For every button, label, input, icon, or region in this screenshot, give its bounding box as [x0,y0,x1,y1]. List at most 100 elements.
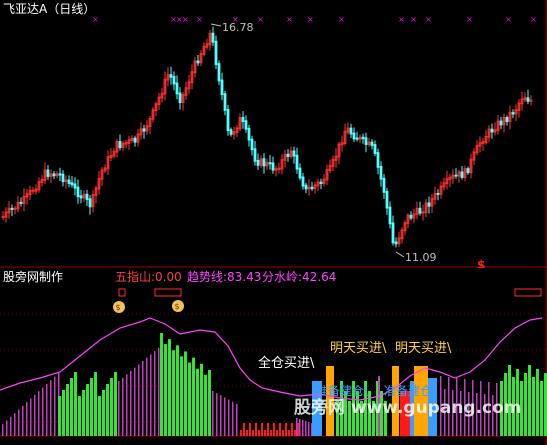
candle [43,162,47,184]
histogram-bar [70,378,73,436]
candle [58,167,62,181]
histogram-bar [26,402,28,436]
annotation-prepare-1: 准备建仓\ [316,384,369,398]
candle [7,200,11,219]
histogram-bar [204,374,207,436]
histogram-bar [94,372,97,436]
histogram-bar [249,423,251,436]
chart-window: × × × × × × × × × × × × × × × × 16.78 11.09 $ 飞亚达A（日线） [0,0,547,445]
candle [340,135,344,152]
candle [379,161,383,187]
signal-markers: × × × × × × × × × × × × × × × × [92,15,537,24]
candle [406,213,410,229]
candle [49,169,53,184]
histogram-bar [54,376,56,436]
candle [154,101,158,117]
candle [193,56,197,78]
histogram-bar [184,351,187,436]
candle [67,175,71,188]
candle [265,158,269,170]
candle [163,71,167,101]
high-annotation: 16.78 [210,21,254,34]
candle [457,169,461,183]
candle [226,104,230,136]
histogram-bar [224,397,226,436]
candle [313,181,317,194]
candle [331,155,335,172]
candle [376,148,380,175]
histogram-bar [261,423,263,436]
histogram-bar [200,363,203,436]
histogram-bar [62,390,65,436]
histogram-bar [252,430,254,436]
candle [199,50,203,67]
candle [388,201,392,229]
candle [481,137,485,151]
candle [328,159,332,174]
signal-mark: × [505,15,512,24]
candle [1,210,5,221]
candle [91,190,95,213]
histogram-bar [38,391,40,436]
candle [22,188,26,212]
histogram-bar [122,377,124,436]
candle [382,174,386,199]
histogram-bar [180,356,183,436]
signal-mark: × [182,15,189,24]
candle [289,146,293,160]
histogram-bar [192,357,195,436]
candle [394,237,398,248]
annotation-buy-tomorrow-1: 明天买进\ [330,341,387,356]
candle [436,189,440,201]
candle [322,174,326,187]
histogram-bar [150,354,152,436]
histogram-bar [273,423,275,436]
small-box-markers [118,288,542,297]
histogram-bar [142,361,144,436]
histogram-bar [188,362,191,436]
candle [247,124,251,147]
candle [250,135,254,156]
histogram-bar [212,391,214,436]
histogram-bar [540,381,543,436]
candle [460,165,464,180]
histogram-bar [168,339,171,436]
candle [181,92,185,111]
candle [223,90,227,116]
candle [337,141,341,165]
candle [274,165,278,177]
candle [64,175,68,189]
candle [151,107,155,123]
histogram-bar [50,380,52,436]
candle [391,215,395,246]
signal-mark: × [425,15,432,24]
candle [412,209,416,224]
metric-watershed: 分水岭:42.64 [262,270,337,284]
histogram-bar [228,399,230,436]
candle [121,140,125,152]
histogram-bar [74,372,77,436]
histogram-bar [110,378,113,436]
histogram-bar [134,367,136,436]
candle [82,190,86,203]
candle [418,201,422,216]
candle [304,182,308,194]
candle [442,177,446,191]
candle [187,75,191,94]
histogram-bar [98,396,101,436]
histogram-bar [160,333,163,436]
histogram-bar [296,418,298,436]
histogram-bar [22,405,24,436]
histogram-bar [232,401,234,436]
candle [244,115,248,133]
candle [79,189,83,204]
signal-mark: × [398,15,405,24]
histogram-bar [46,383,48,436]
candle [253,141,257,166]
candle [415,201,419,220]
candle [505,115,509,126]
candle [85,189,89,206]
buy-signal-marker: $ [477,258,485,268]
candle [178,87,182,110]
price-panel[interactable]: × × × × × × × × × × × × × × × × 16.78 11.09 $ [0,0,547,268]
